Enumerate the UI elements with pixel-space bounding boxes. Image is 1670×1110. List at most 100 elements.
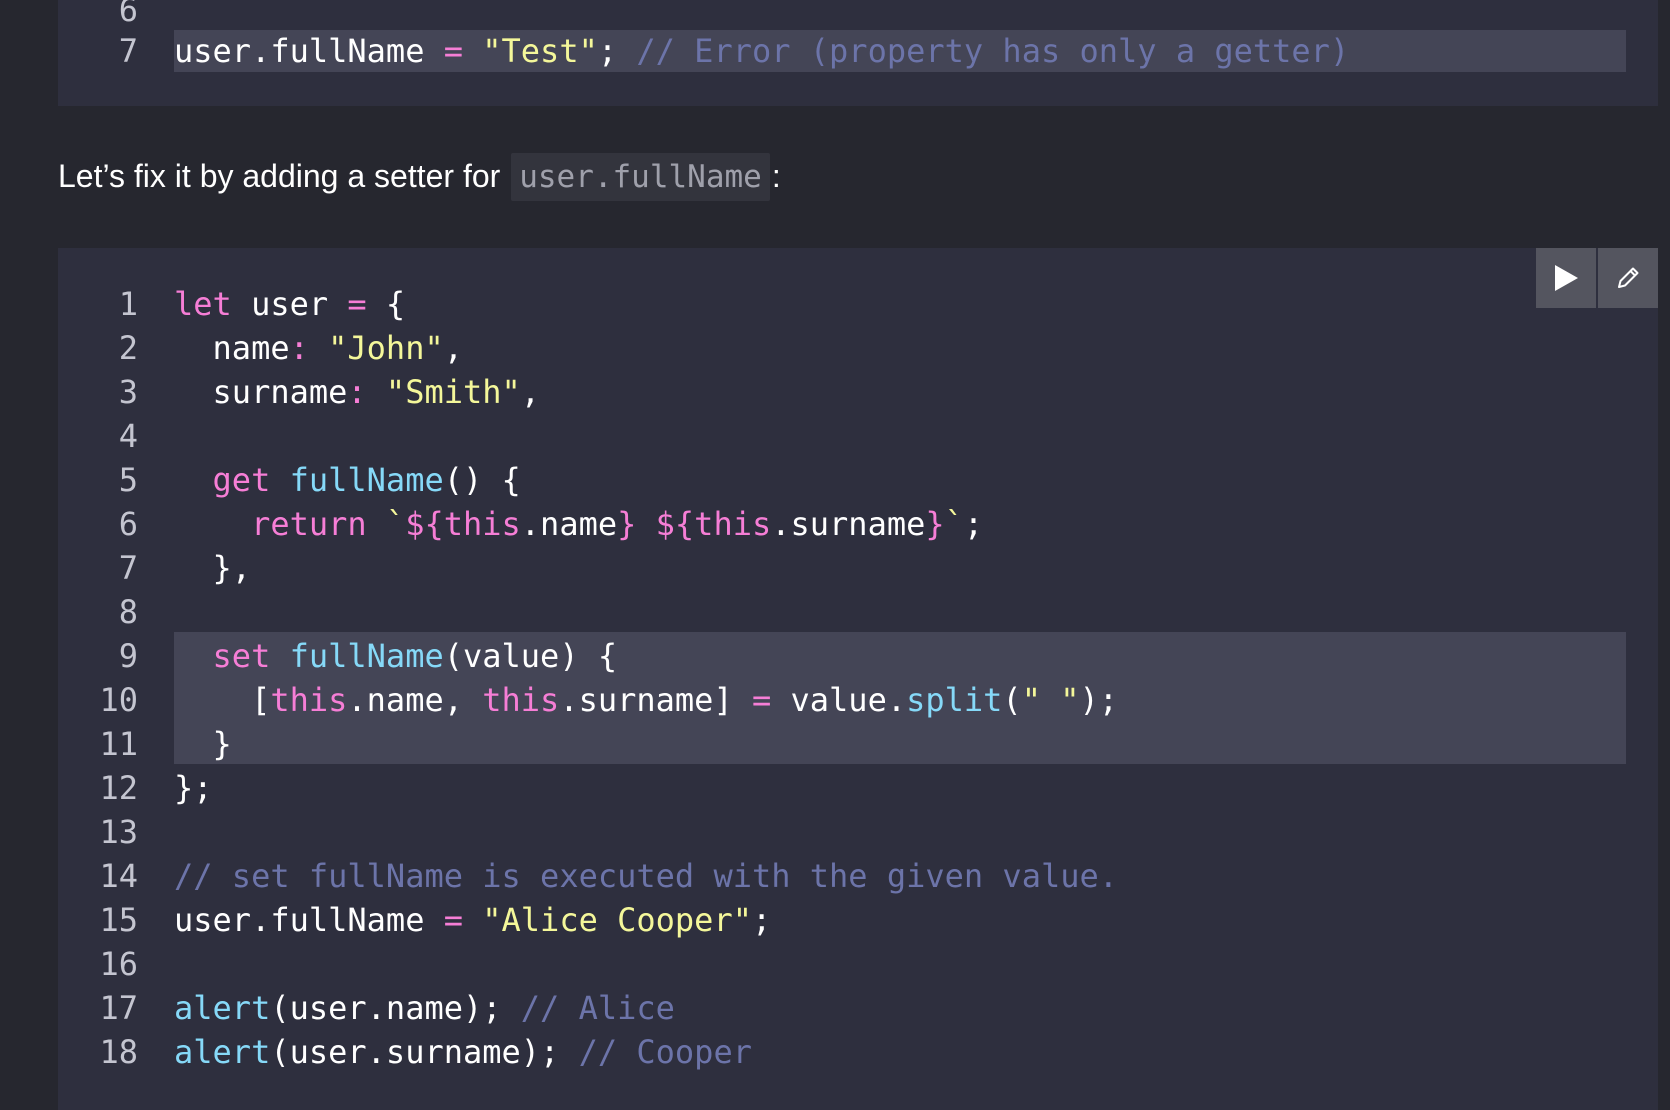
code-text: user.fullName = "Test"; // Error (proper… (174, 29, 1658, 73)
code-token: : (347, 373, 367, 411)
code-token: this (443, 505, 521, 543)
code-token: } (617, 505, 637, 543)
line-number: 11 (99, 725, 138, 763)
code-token: "Smith" (385, 373, 521, 411)
code-token: surname (174, 373, 348, 411)
code-text: // set fullName is executed with the giv… (174, 854, 1658, 898)
code-token: set (212, 637, 271, 675)
code-token: } (174, 725, 232, 763)
code-line: 9 set fullName(value) { (58, 634, 1658, 678)
code-line: 6 (58, 0, 1658, 32)
paragraph-text-end: : (771, 158, 781, 194)
code-text: } (174, 722, 1658, 766)
code-line: 3 surname: "Smith", (58, 370, 1658, 414)
code-token: ; (597, 32, 637, 71)
code-token: ${ (405, 505, 444, 543)
code-line: 6 return `${this.name} ${this.surname}`; (58, 502, 1658, 546)
code-token: // Cooper (578, 1033, 752, 1071)
code-token: }, (174, 549, 252, 587)
code-token: = (751, 681, 772, 719)
line-number: 18 (99, 1033, 138, 1071)
code-token: // Alice (520, 989, 675, 1027)
code-text: }, (174, 546, 1658, 590)
line-number: 1 (118, 285, 138, 323)
code-line: 7 user.fullName = "Test"; // Error (prope… (58, 29, 1658, 73)
code-token: = (347, 285, 367, 323)
code-token: ` (944, 505, 964, 543)
code-line: 11 } (58, 722, 1658, 766)
code-token: (value) { (443, 637, 618, 675)
code-line: 13 (58, 810, 1658, 854)
code-token: user (231, 285, 348, 323)
code-token: "Alice Cooper" (482, 901, 752, 939)
line-number: 4 (118, 417, 138, 455)
code-token: // Error (property has only a getter) (636, 32, 1350, 71)
code-token: (user.surname); (270, 1033, 579, 1071)
code-token: = (443, 901, 463, 939)
code-token: ( (1002, 681, 1022, 719)
code-token: } (925, 505, 945, 543)
line-number: 5 (118, 461, 138, 499)
code-text: user.fullName = "Alice Cooper"; (174, 898, 1658, 942)
line-number: 17 (99, 989, 138, 1027)
line-number: 7 (118, 32, 138, 71)
code-text: [this.name, this.surname] = value.split(… (174, 678, 1658, 722)
code-token: "Test" (482, 32, 598, 71)
code-token: alert (174, 1033, 271, 1071)
code-token: split (906, 681, 1003, 719)
code-line: 14 // set fullName is executed with the g… (58, 854, 1658, 898)
code-text: name: "John", (174, 326, 1658, 370)
code-line: 1 let user = { (58, 282, 1658, 326)
code-line: 7 }, (58, 546, 1658, 590)
code-line: 17 alert(user.name); // Alice (58, 986, 1658, 1030)
line-number: 10 (99, 681, 138, 719)
code-token: // set fullName is executed with the giv… (174, 857, 1119, 895)
code-token: { (366, 285, 406, 323)
code-text: surname: "Smith", (174, 370, 1658, 414)
code-block: 1 let user = {2 name: "John", 3 surname: "… (58, 248, 1658, 1110)
code-token: ; (963, 505, 984, 543)
code-line: 4 (58, 414, 1658, 458)
code-line: 8 (58, 590, 1658, 634)
code-token: name (174, 329, 290, 367)
code-token: (user.name); (270, 989, 521, 1027)
code-token: , (520, 373, 541, 411)
code-token: return (251, 505, 367, 543)
code-token: ${ (655, 505, 695, 543)
code-token: fullName (289, 461, 444, 499)
code-token: "John" (328, 329, 444, 367)
paragraph: Let’s fix it by adding a setter for user… (58, 152, 781, 201)
line-number: 12 (99, 769, 138, 807)
code-token: ); (1079, 681, 1119, 719)
code-token: .name (520, 505, 618, 543)
inline-code: user.fullName (511, 153, 770, 201)
code-token: let (174, 285, 232, 323)
line-number: 14 (99, 857, 138, 895)
code-token: ` (385, 505, 406, 543)
line-number: 13 (99, 813, 138, 851)
code-text: }; (174, 766, 1658, 810)
code-token: = (443, 32, 463, 71)
code-line: 16 (58, 942, 1658, 986)
code-text: alert(user.name); // Alice (174, 986, 1658, 1030)
code-token: [ (174, 681, 271, 719)
code-line: 15 user.fullName = "Alice Cooper"; (58, 898, 1658, 942)
run-button[interactable] (1536, 248, 1596, 308)
code-line: 5 get fullName() { (58, 458, 1658, 502)
edit-button[interactable] (1598, 248, 1658, 308)
code-token: value. (771, 681, 907, 719)
code-text: set fullName(value) { (174, 634, 1658, 678)
pencil-icon (1618, 267, 1639, 288)
paragraph-text: Let’s fix it by adding a setter for (58, 158, 510, 194)
play-icon (1555, 265, 1578, 291)
previous-code-block: 6 7 user.fullName = "Test"; // Error (prop… (58, 0, 1658, 106)
line-number: 8 (118, 593, 138, 631)
